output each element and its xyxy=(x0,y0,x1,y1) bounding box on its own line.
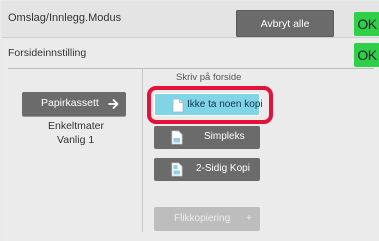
column-divider xyxy=(142,69,143,232)
option-no-copy-button[interactable]: Ikke ta noen kopi xyxy=(154,93,263,116)
ok-button-panel[interactable]: OK xyxy=(354,43,379,67)
paper-type: Vanlig 1 xyxy=(57,134,95,146)
print-on-cover-label: Skriv på forside xyxy=(176,72,242,83)
blank-page-icon xyxy=(172,98,184,113)
tray-source: Enkeltmater xyxy=(48,120,105,132)
option-simplex-button[interactable]: Simpleks xyxy=(154,126,260,149)
paper-tray-button[interactable]: Papirkassett xyxy=(22,92,126,116)
panel-divider xyxy=(8,68,374,69)
one-sided-page-icon xyxy=(171,130,183,145)
option-simplex-label: Simpleks xyxy=(204,131,245,142)
expand-icon: + xyxy=(246,213,252,224)
mode-title: Omslag/Innlegg.Modus xyxy=(8,12,122,24)
cover-insert-mode-screen: Omslag/Innlegg.Modus Avbryt alle OK Fors… xyxy=(0,0,379,241)
flick-copy-button[interactable]: Flikkopiering + xyxy=(154,207,260,231)
option-no-copy-label: Ikke ta noen kopi xyxy=(187,99,263,110)
panel-title: Forsideinnstilling xyxy=(8,47,87,59)
option-duplex-label: 2-Sidig Kopi xyxy=(196,163,250,174)
two-sided-page-icon xyxy=(171,162,183,177)
ok-button-main[interactable]: OK xyxy=(354,12,379,36)
paper-tray-label: Papirkassett xyxy=(41,97,99,109)
flick-copy-label: Flikkopiering xyxy=(174,213,231,224)
cancel-all-button[interactable]: Avbryt alle xyxy=(236,10,334,37)
option-duplex-button[interactable]: 2-Sidig Kopi xyxy=(154,158,260,181)
arrow-right-icon xyxy=(108,99,119,109)
